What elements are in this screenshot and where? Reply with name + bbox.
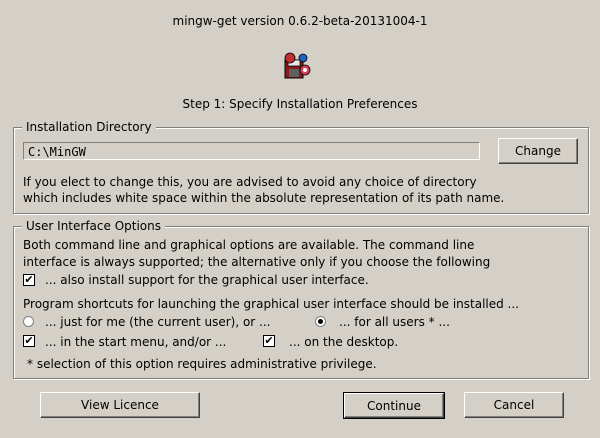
desktop-label: ... on the desktop. bbox=[289, 335, 399, 349]
installation-directory-legend: Installation Directory bbox=[22, 119, 156, 135]
start-menu-label: ... in the start menu, and/or ... bbox=[45, 335, 227, 349]
desktop-checkbox[interactable]: ✔ bbox=[263, 335, 275, 347]
install-note-line2: which includes white space within the ab… bbox=[23, 191, 505, 205]
view-licence-button[interactable]: View Licence bbox=[40, 392, 200, 418]
step-heading: Step 1: Specify Installation Preferences bbox=[182, 97, 418, 111]
all-users-label: ... for all users * ... bbox=[339, 315, 450, 329]
ui-desc-line2: interface is always supported; the alter… bbox=[23, 255, 491, 269]
start-menu-checkbox[interactable]: ✔ bbox=[23, 335, 35, 347]
continue-button[interactable]: Continue bbox=[343, 392, 445, 419]
all-users-radio[interactable] bbox=[315, 316, 326, 327]
admin-note: * selection of this option requires admi… bbox=[27, 357, 377, 371]
install-gui-label: ... also install support for the graphic… bbox=[45, 273, 369, 287]
ui-desc-line1: Both command line and graphical options … bbox=[23, 238, 475, 252]
radio-selected-dot bbox=[318, 319, 323, 324]
just-me-label: ... just for me (the current user), or .… bbox=[45, 315, 271, 329]
install-path-field[interactable]: C:\MinGW bbox=[23, 142, 480, 160]
window-title: mingw-get version 0.6.2-beta-20131004-1 bbox=[172, 14, 428, 28]
install-note-line1: If you elect to change this, you are adv… bbox=[23, 175, 477, 189]
check-mark-icon: ✔ bbox=[24, 273, 34, 286]
change-button[interactable]: Change bbox=[498, 138, 578, 164]
just-me-radio[interactable] bbox=[23, 316, 34, 327]
check-mark-icon: ✔ bbox=[264, 334, 274, 347]
mingw-installer-icon bbox=[284, 52, 311, 79]
cancel-button[interactable]: Cancel bbox=[464, 392, 564, 418]
shortcuts-label: Program shortcuts for launching the grap… bbox=[23, 297, 519, 311]
user-interface-options-legend: User Interface Options bbox=[22, 218, 166, 234]
install-gui-checkbox[interactable]: ✔ bbox=[23, 274, 35, 286]
check-mark-icon: ✔ bbox=[24, 334, 34, 347]
